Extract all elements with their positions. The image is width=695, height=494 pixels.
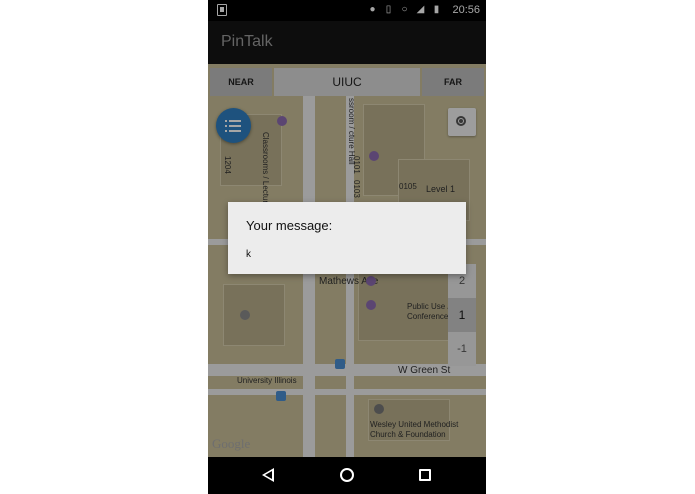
message-dialog: Your message: k <box>228 202 466 274</box>
dialog-title: Your message: <box>246 218 333 233</box>
dialog-message: k <box>246 249 251 260</box>
navigation-bar <box>208 457 486 494</box>
home-icon[interactable] <box>340 468 354 482</box>
recent-apps-icon[interactable] <box>419 469 431 481</box>
back-icon[interactable] <box>262 468 274 482</box>
phone-screen: ● ▯ ○ ◢ ▮ 20:56 PinTalk Classrooms / Lec… <box>208 0 486 494</box>
